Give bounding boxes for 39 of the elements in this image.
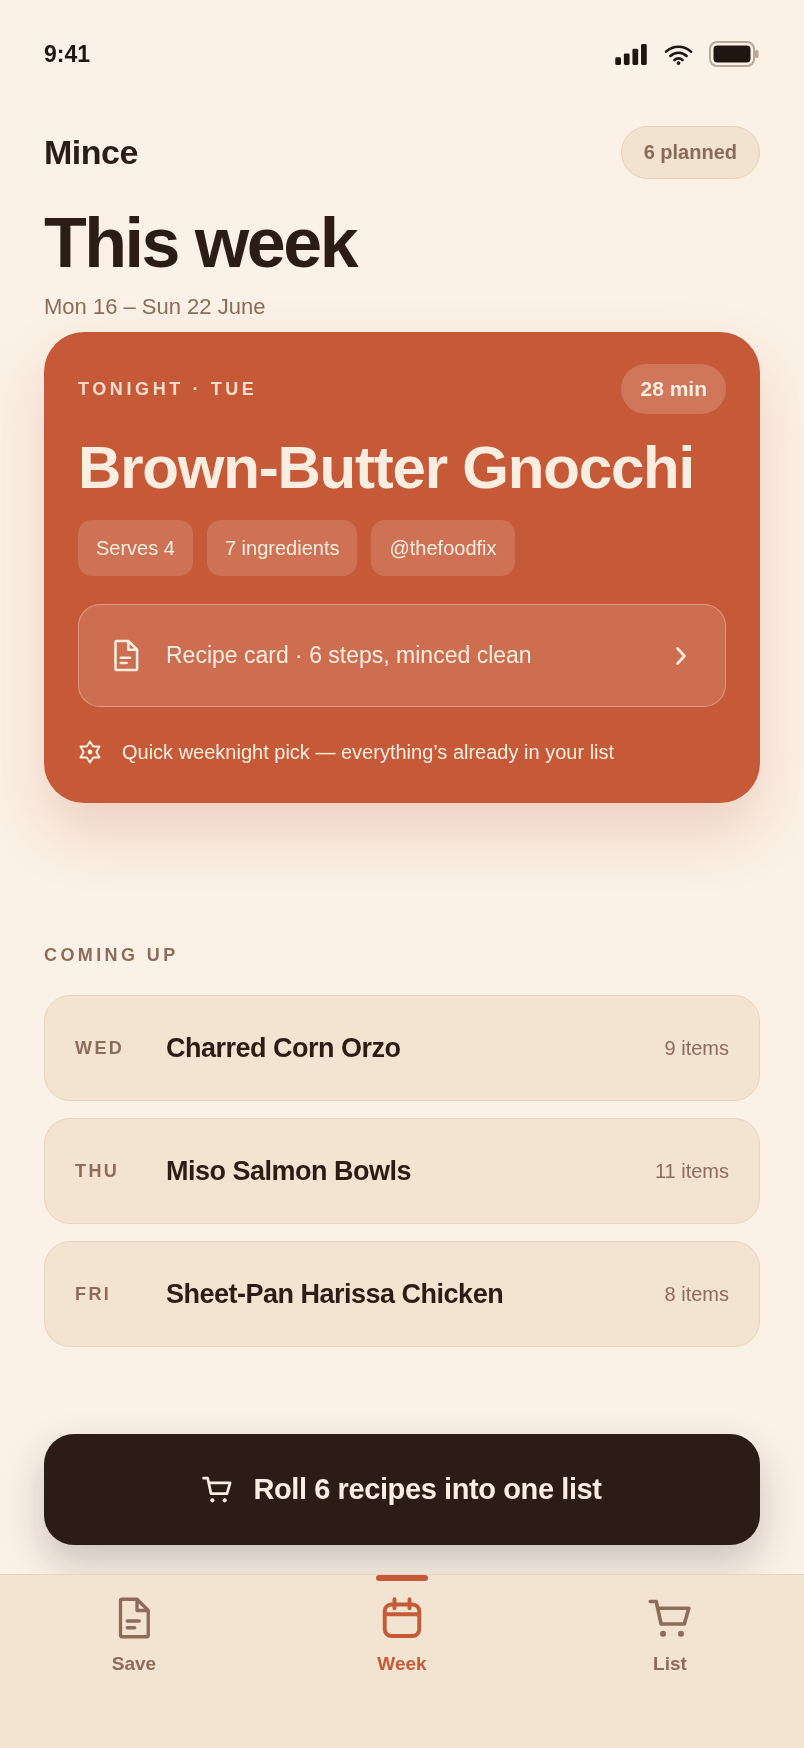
active-indicator	[376, 1575, 428, 1581]
document-icon	[116, 1597, 152, 1639]
eyebrow-label: TONIGHT · TUE	[78, 378, 258, 400]
page-title: This week	[44, 208, 359, 278]
day-label: FRI	[75, 1283, 113, 1305]
section-heading: COMING UP	[44, 944, 179, 966]
info-chip: 7 ingredients	[206, 520, 358, 576]
nav-tab[interactable]: Save	[104, 1575, 164, 1679]
meal-row[interactable]: FRI Sheet-Pan Harissa Chicken 8 items	[44, 1241, 760, 1347]
meal-row[interactable]: WED Charred Corn Orzo 9 items	[44, 995, 760, 1101]
chevron-icon	[675, 645, 687, 666]
roll-list-button[interactable]: Roll 6 recipes into one list	[44, 1434, 760, 1545]
item-count: 8 items	[664, 1282, 729, 1306]
time-badge: 28 min	[621, 364, 726, 414]
document-icon	[112, 639, 140, 672]
status-time: 9:41	[44, 40, 91, 68]
meal-title: Sheet-Pan Harissa Chicken	[166, 1278, 504, 1310]
meal-title: Charred Corn Orzo	[166, 1032, 401, 1064]
info-chip: @thefoodfix	[371, 520, 515, 576]
battery-icon	[709, 41, 759, 67]
item-count: 11 items	[654, 1159, 729, 1183]
calendar-icon	[381, 1597, 423, 1639]
meal-title: Miso Salmon Bowls	[166, 1155, 412, 1187]
cart-icon	[647, 1597, 693, 1639]
app-name: Mince	[44, 133, 138, 172]
item-count: 9 items	[664, 1036, 729, 1060]
day-label: THU	[75, 1160, 121, 1182]
planned-badge: 6 planned	[620, 126, 760, 179]
signal-icon	[615, 43, 648, 65]
recipe-title: Brown-Butter Gnocchi	[78, 435, 695, 501]
info-chip: Serves 4	[78, 520, 193, 576]
note-text: Quick weeknight pick — everything’s already in your list	[122, 740, 615, 765]
cart-icon	[202, 1475, 234, 1504]
date-range: Mon 16 – Sun 22 June	[44, 294, 267, 320]
wifi-icon	[664, 43, 693, 65]
meal-row[interactable]: THU Miso Salmon Bowls 11 items	[44, 1118, 760, 1224]
nav-tab[interactable]: List	[640, 1575, 700, 1679]
day-label: WED	[75, 1037, 126, 1059]
star-icon	[78, 740, 102, 764]
